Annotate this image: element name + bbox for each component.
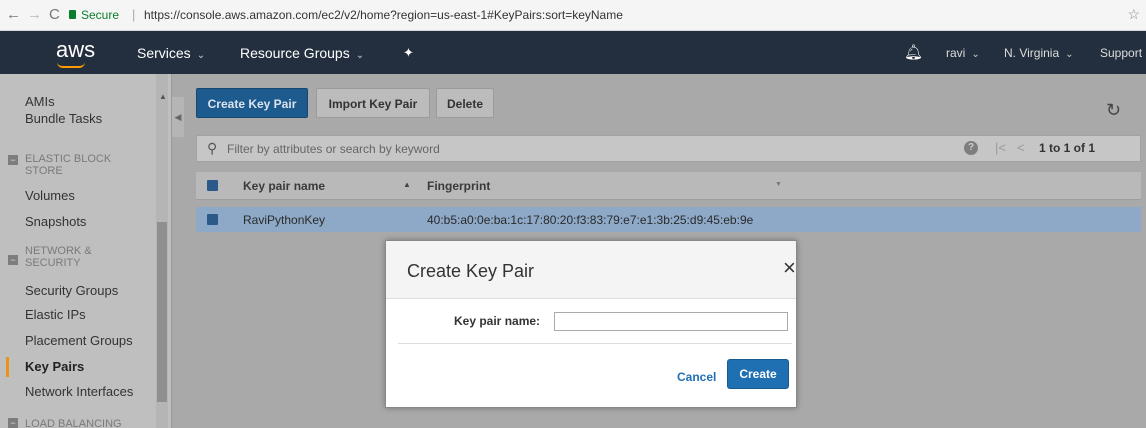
table-row[interactable]: RaviPythonKey 40:b5:a0:0e:ba:1c:17:80:20… (196, 207, 1141, 232)
key-pair-name-input[interactable] (554, 312, 788, 331)
create-key-pair-button[interactable]: Create Key Pair (196, 88, 308, 118)
sidebar-item-bundle-tasks[interactable]: Bundle Tasks (25, 111, 102, 126)
scroll-up-arrow-icon[interactable]: ▲ (159, 92, 167, 101)
chevron-down-icon: ⌄ (1065, 49, 1074, 60)
sidebar: AMIs Bundle Tasks − ELASTIC BLOCK STORE … (0, 74, 172, 428)
collapse-minus-icon[interactable]: − (8, 255, 18, 265)
sort-ascending-icon[interactable]: ▲ (403, 180, 411, 189)
column-menu-icon[interactable]: ▼ (775, 181, 782, 188)
services-label: Services (137, 45, 191, 61)
sidebar-category-network-security: NETWORK & SECURITY (25, 245, 92, 269)
import-key-pair-button[interactable]: Import Key Pair (316, 88, 430, 118)
create-key-pair-dialog: Create Key Pair × Key pair name: Cancel … (385, 240, 797, 408)
user-menu[interactable]: ravi ⌄ (946, 46, 980, 60)
dialog-title: Create Key Pair (407, 261, 535, 281)
dialog-header: Create Key Pair × (386, 241, 796, 299)
sidebar-category-load-balancing: LOAD BALANCING (25, 418, 122, 428)
bell-icon[interactable]: 🔔︎ (904, 43, 923, 61)
lock-icon (69, 10, 76, 19)
secure-label: Secure (81, 8, 120, 22)
reload-icon[interactable]: C (49, 6, 60, 23)
key-pair-name-label: Key pair name: (454, 314, 541, 328)
column-header-fingerprint[interactable]: Fingerprint (427, 179, 490, 193)
aws-top-nav: aws Services ⌄ Resource Groups ⌄ ✦ 🔔︎ ravi… (0, 31, 1146, 74)
pagination-text: 1 to 1 of 1 (1039, 141, 1096, 155)
sidebar-item-network-interfaces[interactable]: Network Interfaces (25, 384, 133, 399)
chevron-down-icon: ⌄ (971, 49, 980, 60)
create-button[interactable]: Create (727, 359, 789, 389)
resource-groups-label: Resource Groups (240, 45, 350, 61)
table-header: Key pair name ▲ Fingerprint ▼ (196, 172, 1141, 200)
sidebar-item-volumes[interactable]: Volumes (25, 188, 75, 203)
sidebar-item-security-groups[interactable]: Security Groups (25, 283, 118, 298)
search-icon: ⚲ (207, 140, 218, 156)
first-page-icon[interactable]: |< (995, 140, 1006, 155)
row-checkbox[interactable] (207, 214, 218, 225)
sidebar-scroll-thumb[interactable] (157, 222, 167, 402)
forward-arrow-icon[interactable]: → (27, 6, 42, 23)
column-header-key-pair-name[interactable]: Key pair name (243, 179, 325, 193)
chevron-down-icon: ⌄ (196, 50, 206, 61)
sidebar-category-ebs: ELASTIC BLOCK STORE (25, 153, 112, 177)
dialog-divider (398, 343, 792, 344)
back-arrow-icon[interactable]: ← (6, 6, 21, 23)
aws-logo[interactable]: aws (56, 37, 95, 63)
url-text[interactable]: https://console.aws.amazon.com/ec2/v2/ho… (144, 8, 623, 22)
sidebar-item-key-pairs[interactable]: Key Pairs (25, 359, 84, 374)
resource-groups-menu[interactable]: Resource Groups ⌄ (240, 45, 364, 61)
aws-logo-smile (57, 62, 85, 68)
search-input[interactable] (227, 139, 827, 158)
cell-key-pair-name: RaviPythonKey (243, 213, 326, 227)
refresh-icon[interactable]: ↻ (1106, 100, 1121, 121)
previous-page-icon[interactable]: < (1017, 140, 1025, 155)
help-icon[interactable]: ? (964, 141, 978, 155)
sidebar-collapse-toggle[interactable]: ◀ (172, 97, 184, 137)
sidebar-item-elastic-ips[interactable]: Elastic IPs (25, 307, 86, 322)
collapse-minus-icon[interactable]: − (8, 418, 18, 428)
cancel-button[interactable]: Cancel (677, 370, 716, 384)
sidebar-item-placement-groups[interactable]: Placement Groups (25, 333, 133, 348)
select-all-checkbox[interactable] (207, 180, 218, 191)
services-menu[interactable]: Services ⌄ (137, 45, 205, 61)
collapse-minus-icon[interactable]: − (8, 155, 18, 165)
support-menu[interactable]: Support (1100, 46, 1142, 60)
sidebar-item-amis[interactable]: AMIs (25, 94, 55, 109)
chevron-down-icon: ⌄ (355, 50, 365, 61)
browser-address-bar: ← → C Secure | https://console.aws.amazo… (0, 0, 1146, 31)
active-indicator (6, 357, 9, 377)
pushpin-icon[interactable]: ✦ (403, 45, 414, 61)
close-icon[interactable]: × (783, 257, 796, 279)
user-label: ravi (946, 46, 966, 60)
region-label: N. Virginia (1004, 46, 1060, 60)
sidebar-item-snapshots[interactable]: Snapshots (25, 214, 86, 229)
delete-button[interactable]: Delete (436, 88, 494, 118)
bookmark-star-icon[interactable]: ☆ (1127, 6, 1140, 23)
cell-fingerprint: 40:b5:a0:0e:ba:1c:17:80:20:f3:83:79:e7:e… (427, 213, 754, 227)
url-separator: | (132, 7, 136, 22)
region-menu[interactable]: N. Virginia ⌄ (1004, 46, 1074, 60)
filter-bar: ⚲ ? |< < 1 to 1 of 1 (196, 135, 1141, 162)
